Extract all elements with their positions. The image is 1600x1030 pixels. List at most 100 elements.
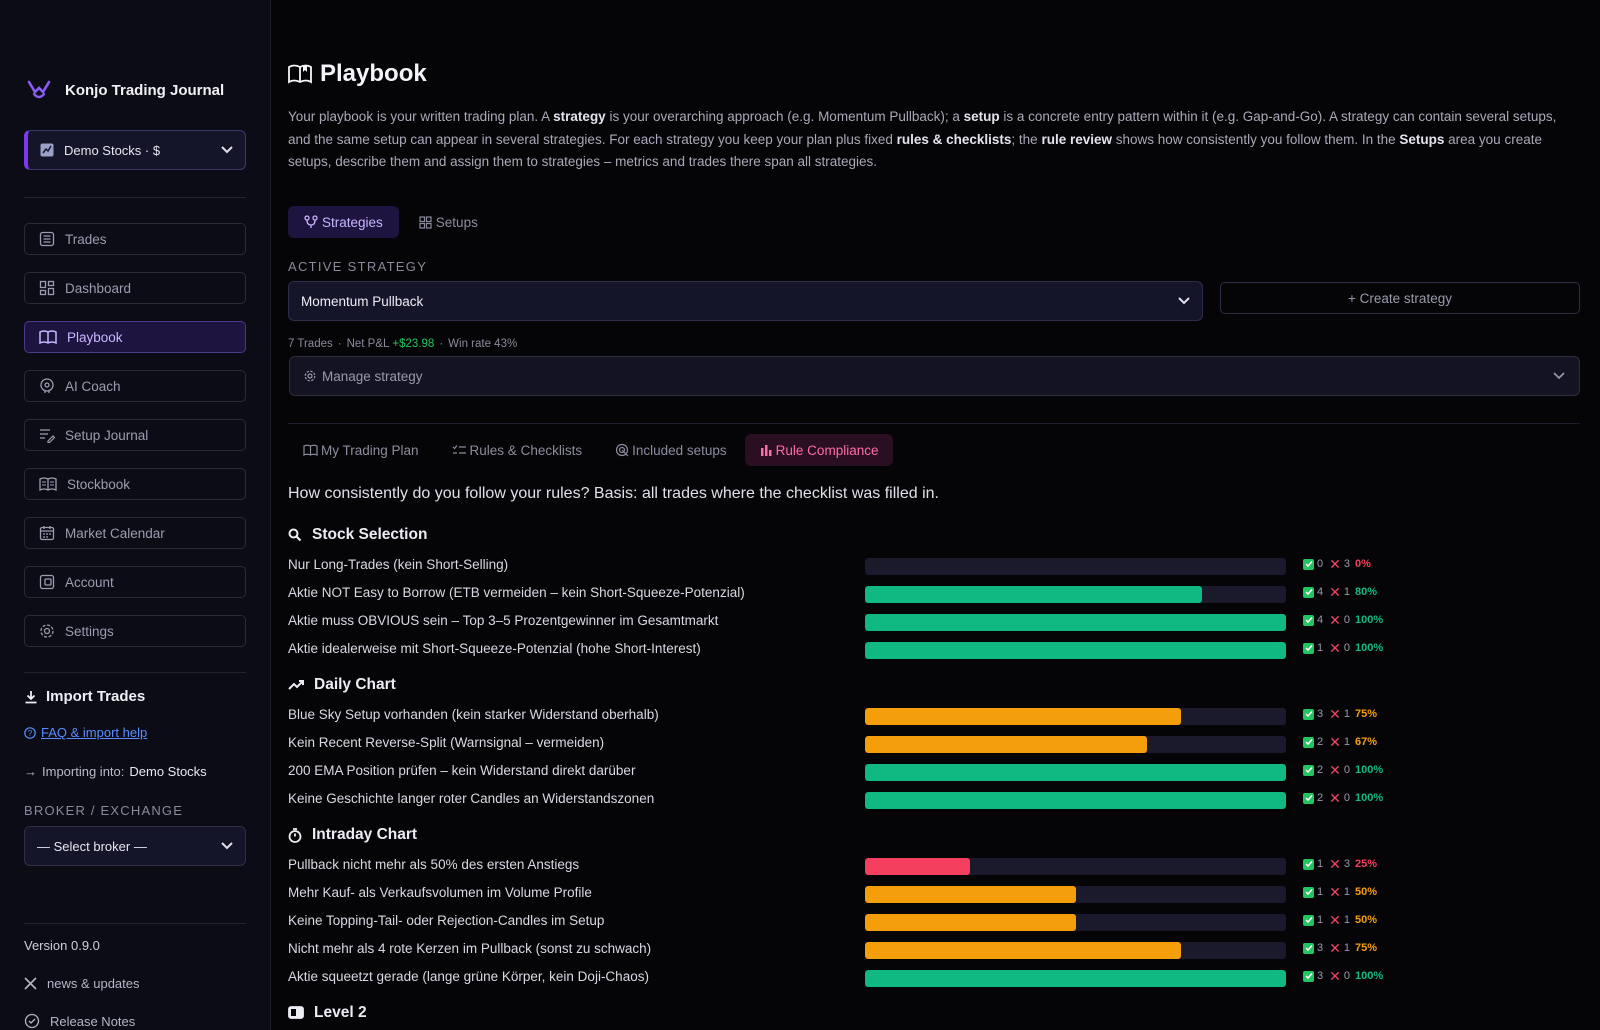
- rule-counts: 3 ✕ 0 100%: [1303, 967, 1383, 984]
- top-tabs: Strategies Setups: [288, 206, 494, 238]
- manage-strategy-toggle[interactable]: Manage strategy: [289, 356, 1580, 396]
- sidebar-item-label: Playbook: [67, 329, 123, 345]
- compliance-percent: 100%: [1354, 614, 1384, 626]
- create-strategy-button[interactable]: + Create strategy: [1220, 282, 1580, 314]
- compliance-percent: 50%: [1354, 886, 1378, 898]
- open-book-icon: [303, 444, 318, 456]
- ok-count: 2: [1317, 764, 1324, 776]
- sidebar-item-market-calendar[interactable]: Market Calendar: [24, 517, 246, 549]
- fail-count: 3: [1343, 558, 1350, 570]
- sidebar-item-account[interactable]: Account: [24, 566, 246, 598]
- chevron-down-icon: [1553, 372, 1565, 380]
- cross-icon: ✕: [1329, 761, 1341, 778]
- search-icon: [288, 528, 302, 542]
- level-icon: [288, 1006, 304, 1019]
- compliance-percent: 67%: [1354, 736, 1378, 748]
- compliance-bar-track: [865, 970, 1286, 987]
- tab-setups[interactable]: Setups: [403, 206, 494, 238]
- release-notes-text: Release Notes: [50, 1013, 136, 1029]
- brain-icon: [40, 378, 54, 393]
- rule-label: Blue Sky Setup vorhanden (kein starker W…: [288, 707, 659, 722]
- fail-count: 1: [1343, 586, 1350, 598]
- sidebar-item-dashboard[interactable]: Dashboard: [24, 272, 246, 304]
- rule-label: Pullback nicht mehr als 50% des ersten A…: [288, 857, 580, 872]
- rule-row: Keine Topping-Tail- oder Rejection-Candl…: [288, 908, 1580, 936]
- cross-icon: ✕: [1329, 583, 1341, 600]
- grid-icon: [39, 280, 55, 296]
- sidebar-item-stockbook[interactable]: Stockbook: [24, 468, 246, 500]
- sidebar-item-trades[interactable]: Trades: [24, 223, 246, 255]
- news-link[interactable]: news & updates: [24, 976, 140, 991]
- check-icon: [1303, 736, 1314, 748]
- compliance-bar-track: [865, 858, 1286, 875]
- rule-row: Mehr Kauf- als Verkaufsvolumen im Volume…: [288, 880, 1580, 908]
- check-icon: [1303, 586, 1314, 598]
- fail-count: 1: [1343, 886, 1350, 898]
- cross-icon: ✕: [1329, 855, 1341, 872]
- check-icon: [1303, 858, 1314, 870]
- tab-label: My Trading Plan: [321, 442, 419, 458]
- rule-label: Aktie NOT Easy to Borrow (ETB vermeiden …: [288, 585, 745, 600]
- rule-counts: 2 ✕ 1 67%: [1303, 735, 1378, 749]
- strategy-stats: 7 Trades · Net P&L +$23.98 · Win rate 43…: [288, 338, 517, 350]
- compliance-percent: 100%: [1354, 764, 1384, 776]
- account-select[interactable]: Demo Stocks · $: [24, 130, 246, 170]
- ok-count: 4: [1317, 614, 1324, 626]
- check-icon: [1303, 642, 1314, 654]
- brand[interactable]: Konjo Trading Journal: [27, 80, 224, 100]
- rule-row: Aktie squeetzt gerade (lange grüne Körpe…: [288, 964, 1580, 992]
- stat-pnl-value: +$23.98: [392, 338, 435, 350]
- sidebar-item-settings[interactable]: Settings: [24, 615, 246, 647]
- bar-chart-icon: [760, 445, 772, 456]
- stat-separator: ·: [337, 338, 342, 350]
- svg-text:?: ?: [28, 729, 33, 738]
- compliance-bar-fill: [865, 942, 1181, 959]
- rule-row: Pullback nicht mehr als 50% des ersten A…: [288, 852, 1580, 880]
- section-divider: [288, 423, 1580, 424]
- arrow-right-icon: →: [24, 764, 37, 779]
- x-logo-icon: [24, 977, 37, 990]
- tab-label: Strategies: [322, 214, 383, 230]
- account-label: Demo Stocks · $: [64, 142, 161, 158]
- tab-included-setups[interactable]: Included setups: [600, 434, 742, 466]
- cross-icon: ✕: [1329, 911, 1341, 928]
- tab-strategies[interactable]: Strategies: [288, 206, 399, 238]
- compliance-bar-fill: [865, 708, 1181, 725]
- sidebar-item-ai-coach[interactable]: AI Coach: [24, 370, 246, 402]
- rule-group-title-text: Intraday Chart: [312, 826, 418, 843]
- importing-target: Demo Stocks: [129, 764, 207, 779]
- sidebar-item-label: AI Coach: [65, 378, 121, 394]
- compliance-bar-fill: [865, 586, 1202, 603]
- tab-rules-checklists[interactable]: Rules & Checklists: [437, 434, 598, 466]
- cross-icon: ✕: [1329, 939, 1341, 956]
- cross-icon: ✕: [1329, 967, 1341, 984]
- faq-link[interactable]: ? FAQ & import help: [24, 725, 147, 740]
- wallet-icon: [39, 574, 55, 590]
- faq-link-text[interactable]: FAQ & import help: [41, 725, 147, 740]
- strategy-sub-tabs: My Trading Plan Rules & Checklists Inclu…: [288, 434, 894, 466]
- rule-counts: 1 ✕ 0 100%: [1303, 641, 1383, 655]
- importing-prefix: Importing into:: [42, 764, 125, 779]
- fail-count: 1: [1343, 914, 1350, 926]
- rule-group: Level 2: [288, 1002, 1580, 1030]
- release-notes-link[interactable]: Release Notes: [24, 1013, 135, 1029]
- broker-select[interactable]: — Select broker —: [24, 826, 246, 866]
- check-icon: [1303, 708, 1314, 720]
- strategy-select[interactable]: Momentum Pullback: [288, 281, 1203, 321]
- rule-label: Keine Geschichte langer roter Candles an…: [288, 791, 655, 806]
- rule-label: Nur Long-Trades (kein Short-Selling): [288, 557, 509, 572]
- compliance-percent: 80%: [1354, 586, 1378, 598]
- sidebar-item-playbook[interactable]: Playbook: [24, 321, 246, 353]
- sidebar-item-label: Dashboard: [65, 280, 132, 296]
- import-trades-title: Import Trades: [24, 688, 145, 705]
- rule-label: Nicht mehr als 4 rote Kerzen im Pullback…: [288, 941, 652, 956]
- rule-group-title: Level 2: [288, 1002, 1580, 1024]
- chevron-down-icon: [1178, 297, 1190, 305]
- sidebar-item-setup-journal[interactable]: Setup Journal: [24, 419, 246, 451]
- download-icon: [25, 690, 37, 703]
- tab-rule-compliance[interactable]: Rule Compliance: [744, 434, 894, 466]
- compliance-bar-fill: [865, 642, 1286, 659]
- check-icon: [1303, 614, 1314, 626]
- compliance-bar-track: [865, 642, 1286, 659]
- tab-my-trading-plan[interactable]: My Trading Plan: [288, 434, 434, 466]
